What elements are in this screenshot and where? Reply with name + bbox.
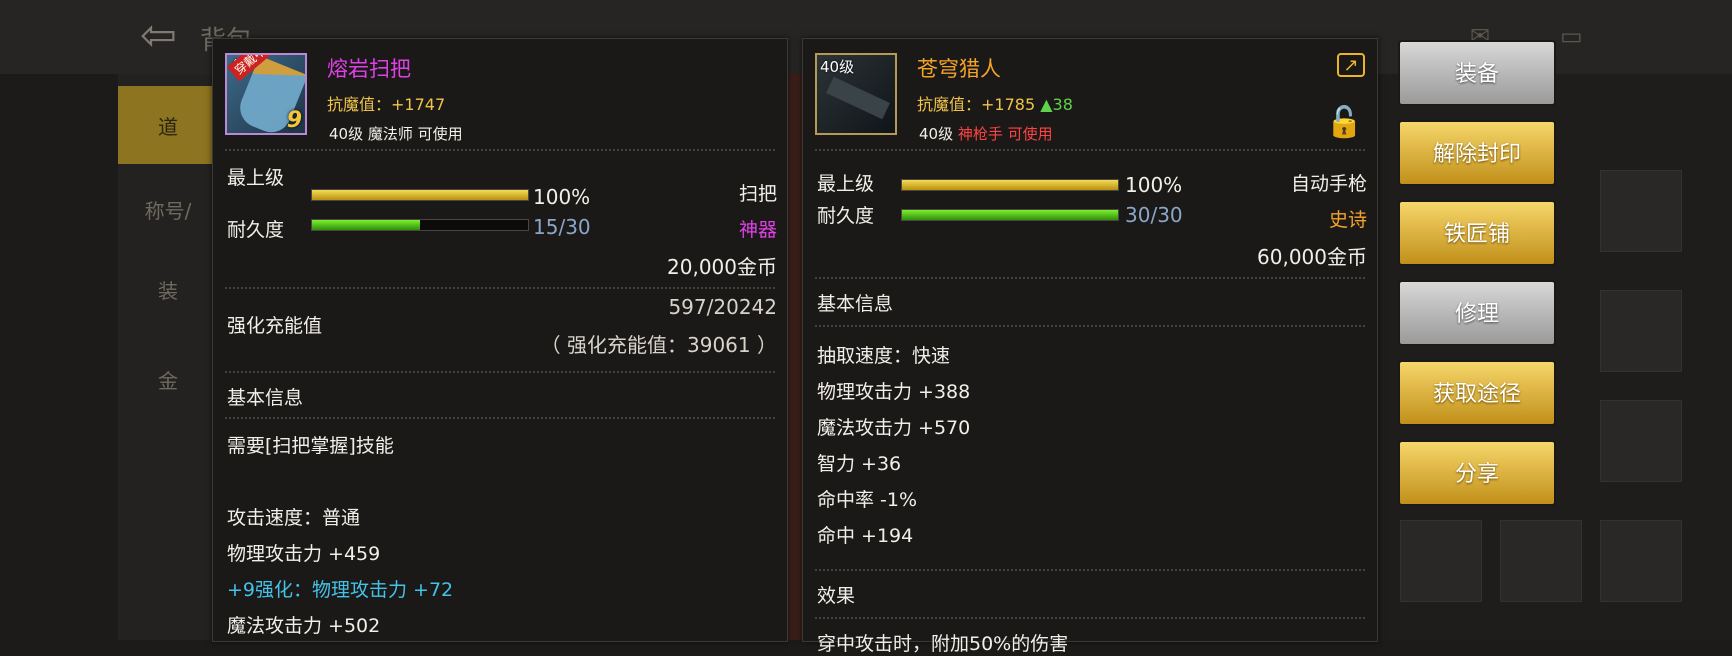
category-tab[interactable]: 道 (118, 86, 218, 164)
info-line: 命中率 -1% (817, 489, 918, 511)
charge-value: 597/20242 (668, 295, 777, 319)
divider (225, 287, 775, 289)
gun-icon (826, 76, 890, 120)
basic-info-title: 基本信息 (817, 293, 894, 315)
info-line: 抽取速度：快速 (817, 345, 951, 367)
info-line: 魔法攻击力 +502 (227, 615, 381, 637)
durability-bar (311, 219, 529, 231)
item-price: 20,000金币 (667, 255, 777, 279)
item-name: 熔岩扫把 (327, 57, 411, 81)
unseal-button[interactable]: 解除封印 (1398, 120, 1556, 186)
grade-bar-fill (902, 180, 1118, 190)
divider (815, 325, 1365, 327)
charge-total: （ 强化充能值：39061 ） (540, 333, 777, 357)
durability-bar-fill (312, 220, 420, 230)
info-line: 智力 +36 (817, 453, 902, 475)
inventory-slot[interactable] (1500, 520, 1582, 602)
durability-bar (901, 209, 1119, 221)
grade-bar-fill (312, 190, 528, 200)
item-level-tag: 40级 (820, 58, 855, 76)
category-tab[interactable]: 装 (118, 250, 218, 328)
chat-icon[interactable]: ▭ (1560, 22, 1583, 50)
item-icon: 40级 (815, 53, 897, 135)
obtain-source-button[interactable]: 获取途径 (1398, 360, 1556, 426)
durability-value: 15/30 (533, 215, 591, 239)
info-line: 攻击速度：普通 (227, 507, 361, 529)
grade-label: 最上级 (227, 167, 285, 189)
grade-bar (901, 179, 1119, 191)
stat-increase: ▲38 (1040, 95, 1073, 114)
inventory-slot[interactable] (1600, 400, 1682, 482)
usable-requirement: 40级 神枪手 可使用 (919, 125, 1053, 143)
equipped-item-tooltip: 40 穿戴中 9 熔岩扫把 抗魔值：+1747 40级 魔法师 可使用 最上级 … (212, 38, 788, 642)
info-line: 需要[扫把掌握]技能 (227, 435, 394, 457)
grade-value: 100% (533, 185, 591, 209)
divider (815, 149, 1365, 151)
durability-label: 耐久度 (817, 205, 875, 227)
durability-label: 耐久度 (227, 219, 285, 241)
info-line: 物理攻击力 +388 (817, 381, 971, 403)
category-tab[interactable]: 称号/ (118, 170, 218, 248)
lock-icon[interactable]: 🔓 (1326, 105, 1363, 140)
basic-info-title: 基本信息 (227, 387, 304, 409)
category-tab[interactable]: 金 (118, 340, 218, 418)
effect-line: 穿中攻击时，附加50%的伤害 (817, 633, 1069, 655)
info-line: 魔法攻击力 +570 (817, 417, 971, 439)
equip-button[interactable]: 装备 (1398, 40, 1556, 106)
magic-resist-stat: 抗魔值：+1785 ▲38 (917, 95, 1073, 114)
inventory-slot[interactable] (1600, 290, 1682, 372)
info-line: +9强化：物理攻击力 +72 (227, 579, 454, 601)
inventory-slot[interactable] (1600, 520, 1682, 602)
item-rarity: 史诗 (1328, 209, 1367, 231)
item-rarity: 神器 (738, 219, 777, 241)
info-line: 物理攻击力 +459 (227, 543, 381, 565)
item-type: 扫把 (738, 183, 777, 205)
item-name: 苍穹猎人 (917, 57, 1001, 81)
divider (815, 617, 1365, 619)
share-icon[interactable]: ↗ (1337, 53, 1365, 77)
usable-requirement: 40级 魔法师 可使用 (329, 125, 463, 143)
inventory-slot[interactable] (1600, 170, 1682, 252)
durability-value: 30/30 (1125, 203, 1183, 227)
background-art (786, 74, 802, 640)
share-button[interactable]: 分享 (1398, 440, 1556, 506)
item-icon: 40 穿戴中 9 (225, 53, 307, 135)
enhance-level-badge: 9 (286, 108, 302, 133)
blacksmith-button[interactable]: 铁匠铺 (1398, 200, 1556, 266)
repair-button[interactable]: 修理 (1398, 280, 1556, 346)
grade-value: 100% (1125, 173, 1183, 197)
item-type: 自动手枪 (1290, 173, 1367, 195)
item-price: 60,000金币 (1257, 245, 1367, 269)
divider (815, 569, 1365, 571)
magic-resist-stat: 抗魔值：+1747 (327, 95, 446, 114)
inventory-slot[interactable] (1400, 520, 1482, 602)
divider (225, 371, 775, 373)
grade-bar (311, 189, 529, 201)
grade-label: 最上级 (817, 173, 875, 195)
effect-title: 效果 (817, 585, 856, 607)
divider (225, 417, 775, 419)
back-arrow-icon[interactable]: ⇦ (140, 14, 177, 58)
charge-label: 强化充能值 (227, 315, 323, 337)
divider (225, 149, 775, 151)
divider (815, 277, 1365, 279)
info-line: 命中 +194 (817, 525, 914, 547)
durability-bar-fill (902, 210, 1118, 220)
compared-item-tooltip: 40级 苍穹猎人 抗魔值：+1785 ▲38 40级 神枪手 可使用 ↗ 🔓 最… (802, 38, 1378, 655)
